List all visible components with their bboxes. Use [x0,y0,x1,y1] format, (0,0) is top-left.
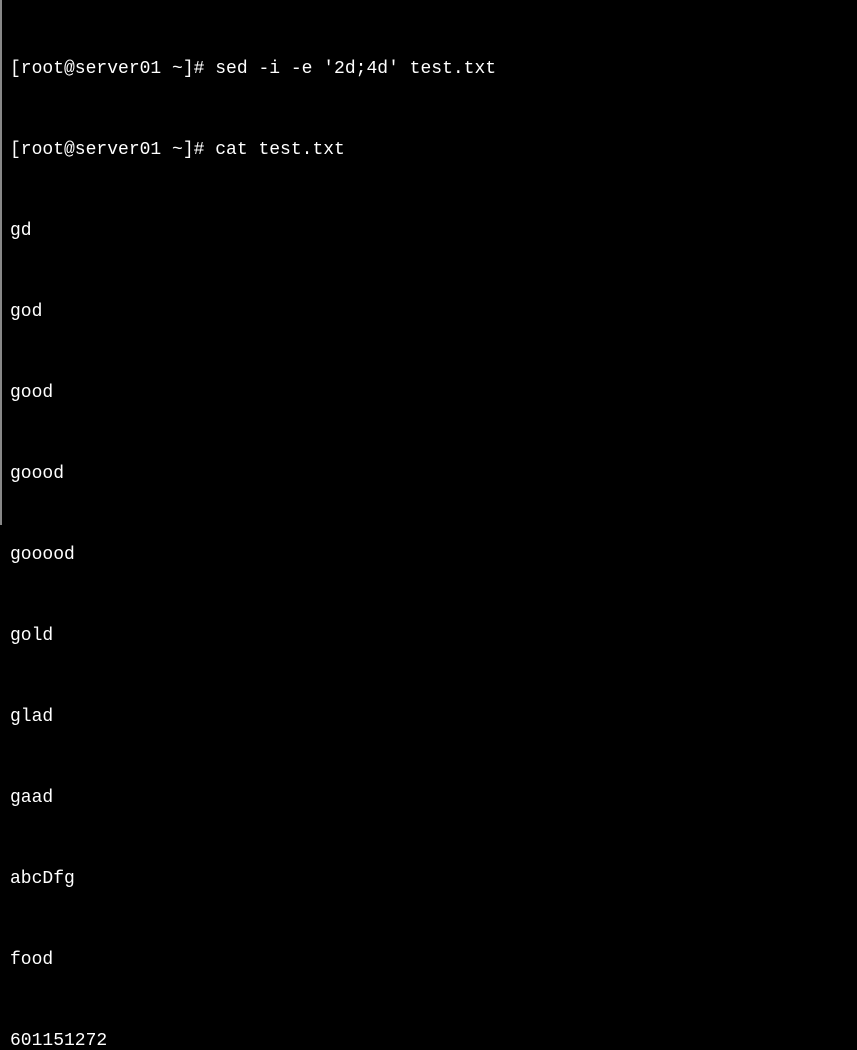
output-line: goood [10,461,849,488]
output-line: glad [10,704,849,731]
output-line: gold [10,623,849,650]
output-line: 601151272 [10,1028,849,1050]
output-line: gaad [10,785,849,812]
output-line: gooood [10,542,849,569]
output-line: abcDfg [10,866,849,893]
command-line-2: [root@server01 ~]# cat test.txt [10,137,849,164]
output-line: food [10,947,849,974]
terminal-window[interactable]: [root@server01 ~]# sed -i -e '2d;4d' tes… [10,2,849,1050]
output-line: gd [10,218,849,245]
command-2: cat test.txt [215,140,345,160]
prompt-prefix-2: [root@server01 ~]# [10,140,215,160]
output-line: good [10,380,849,407]
output-line: god [10,299,849,326]
prompt-prefix-1: [root@server01 ~]# [10,59,215,79]
command-1: sed -i -e '2d;4d' test.txt [215,59,496,79]
command-line-1: [root@server01 ~]# sed -i -e '2d;4d' tes… [10,56,849,83]
